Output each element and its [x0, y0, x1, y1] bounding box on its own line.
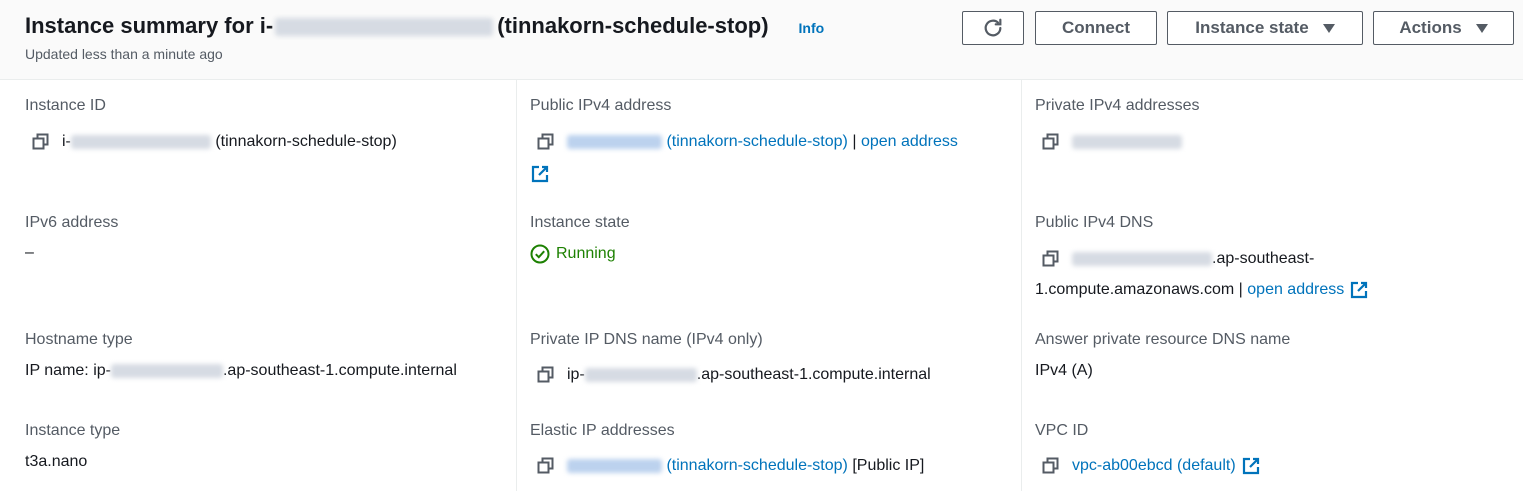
page-header: Instance summary for i- (tinnakorn-schedu…	[0, 0, 1523, 80]
private-dns-suffix: .ap-southeast-1.compute.internal	[696, 366, 931, 383]
copy-icon[interactable]	[537, 133, 555, 151]
instance-state-dropdown[interactable]: Instance state	[1167, 11, 1363, 45]
caret-down-icon	[1475, 23, 1488, 33]
private-ipv4-label: Private IPv4 addresses	[1035, 97, 1200, 114]
vpc-id-label: VPC ID	[1035, 422, 1089, 439]
copy-icon[interactable]	[537, 366, 555, 384]
vpc-id-link[interactable]: vpc-ab00ebcd (default)	[1072, 457, 1236, 475]
public-ip-name-link[interactable]: (tinnakorn-schedule-stop)	[666, 133, 847, 151]
ipv6-value: –	[25, 244, 34, 261]
instance-id-value: i- (tinnakorn-schedule-stop)	[32, 133, 397, 151]
last-updated-text: Updated less than a minute ago	[25, 46, 223, 62]
copy-icon[interactable]	[1042, 457, 1060, 475]
public-ipv4-value: (tinnakorn-schedule-stop) | open address	[537, 133, 958, 151]
external-link-icon[interactable]	[1350, 281, 1368, 299]
public-dns-label: Public IPv4 DNS	[1035, 214, 1154, 231]
elastic-ip-tag: [Public IP]	[852, 457, 925, 474]
public-dns-line1: .ap-southeast-	[1042, 250, 1314, 268]
redacted-public-ip[interactable]	[567, 135, 662, 149]
private-ipv4-value	[1042, 133, 1182, 151]
page-title: Instance summary for i- (tinnakorn-schedu…	[25, 13, 769, 39]
redacted-private-ip	[584, 368, 697, 382]
actions-dropdown[interactable]: Actions	[1373, 11, 1514, 45]
info-link[interactable]: Info	[799, 20, 825, 36]
redacted-private-ipv4	[1072, 135, 1182, 149]
external-link-icon[interactable]	[1242, 457, 1260, 475]
copy-icon[interactable]	[32, 133, 50, 151]
answer-dns-label: Answer private resource DNS name	[1035, 331, 1291, 348]
hostname-type-value: IP name: ip- .ap-southeast-1.compute.inte…	[25, 362, 457, 380]
connect-button[interactable]: Connect	[1035, 11, 1157, 45]
private-dns-label: Private IP DNS name (IPv4 only)	[530, 331, 763, 348]
hostname-suffix: .ap-southeast-1.compute.internal	[222, 362, 457, 379]
actions-label: Actions	[1399, 18, 1462, 37]
title-row: Instance summary for i- (tinnakorn-schedu…	[25, 13, 824, 39]
details-column-1: Instance ID i- (tinnakorn-schedule-stop)…	[0, 80, 516, 491]
answer-dns-value: IPv4 (A)	[1035, 362, 1093, 379]
redacted-id	[70, 135, 211, 149]
instance-id-suffix: (tinnakorn-schedule-stop)	[215, 133, 397, 150]
vpc-id-value: vpc-ab00ebcd (default)	[1042, 457, 1260, 475]
copy-icon[interactable]	[1042, 133, 1060, 151]
instance-state-value: Running	[530, 244, 616, 264]
public-dns-suffix: .ap-southeast-	[1212, 250, 1315, 267]
refresh-button[interactable]	[962, 11, 1024, 45]
instance-state-field-label: Instance state	[530, 214, 630, 231]
refresh-icon	[984, 18, 1002, 37]
elastic-ip-value: (tinnakorn-schedule-stop) [Public IP]	[537, 457, 924, 475]
separator: |	[852, 133, 857, 150]
redacted-ip	[110, 364, 223, 378]
elastic-ip-name-link[interactable]: (tinnakorn-schedule-stop)	[666, 457, 847, 475]
external-link-icon[interactable]	[531, 165, 549, 183]
elastic-ip-label: Elastic IP addresses	[530, 422, 675, 439]
redacted-dns	[1072, 252, 1212, 266]
title-suffix: (tinnakorn-schedule-stop)	[497, 13, 769, 38]
open-address-link[interactable]: open address	[861, 133, 958, 151]
instance-id-prefix: i-	[62, 133, 71, 150]
hostname-type-label: Hostname type	[25, 331, 133, 348]
ipv6-label: IPv6 address	[25, 214, 119, 231]
details-column-3: Private IPv4 addresses Public IPv4 DNS .…	[1021, 80, 1523, 491]
public-dns-domain: 1.compute.amazonaws.com	[1035, 281, 1235, 298]
instance-id-label: Instance ID	[25, 97, 106, 114]
copy-icon[interactable]	[537, 457, 555, 475]
caret-down-icon	[1322, 23, 1335, 33]
public-dns-line2: 1.compute.amazonaws.com | open address	[1035, 281, 1368, 299]
instance-type-label: Instance type	[25, 422, 121, 439]
redacted-instance-id	[275, 18, 494, 37]
public-ipv4-label: Public IPv4 address	[530, 97, 672, 114]
hostname-prefix: IP name: ip-	[25, 362, 111, 379]
instance-state-text: Running	[556, 245, 616, 262]
copy-icon[interactable]	[1042, 250, 1060, 268]
redacted-elastic-ip[interactable]	[567, 459, 662, 473]
connect-label: Connect	[1062, 18, 1130, 37]
private-dns-prefix: ip-	[567, 366, 585, 383]
private-dns-value: ip- .ap-southeast-1.compute.internal	[537, 366, 931, 384]
details-column-2: Public IPv4 address (tinnakorn-schedule-…	[516, 80, 1021, 491]
instance-state-label: Instance state	[1195, 18, 1309, 37]
title-prefix: Instance summary for i-	[25, 13, 274, 38]
open-address-link[interactable]: open address	[1247, 281, 1344, 299]
status-running-icon	[530, 244, 550, 264]
instance-type-value: t3a.nano	[25, 453, 88, 470]
separator: |	[1238, 281, 1243, 298]
